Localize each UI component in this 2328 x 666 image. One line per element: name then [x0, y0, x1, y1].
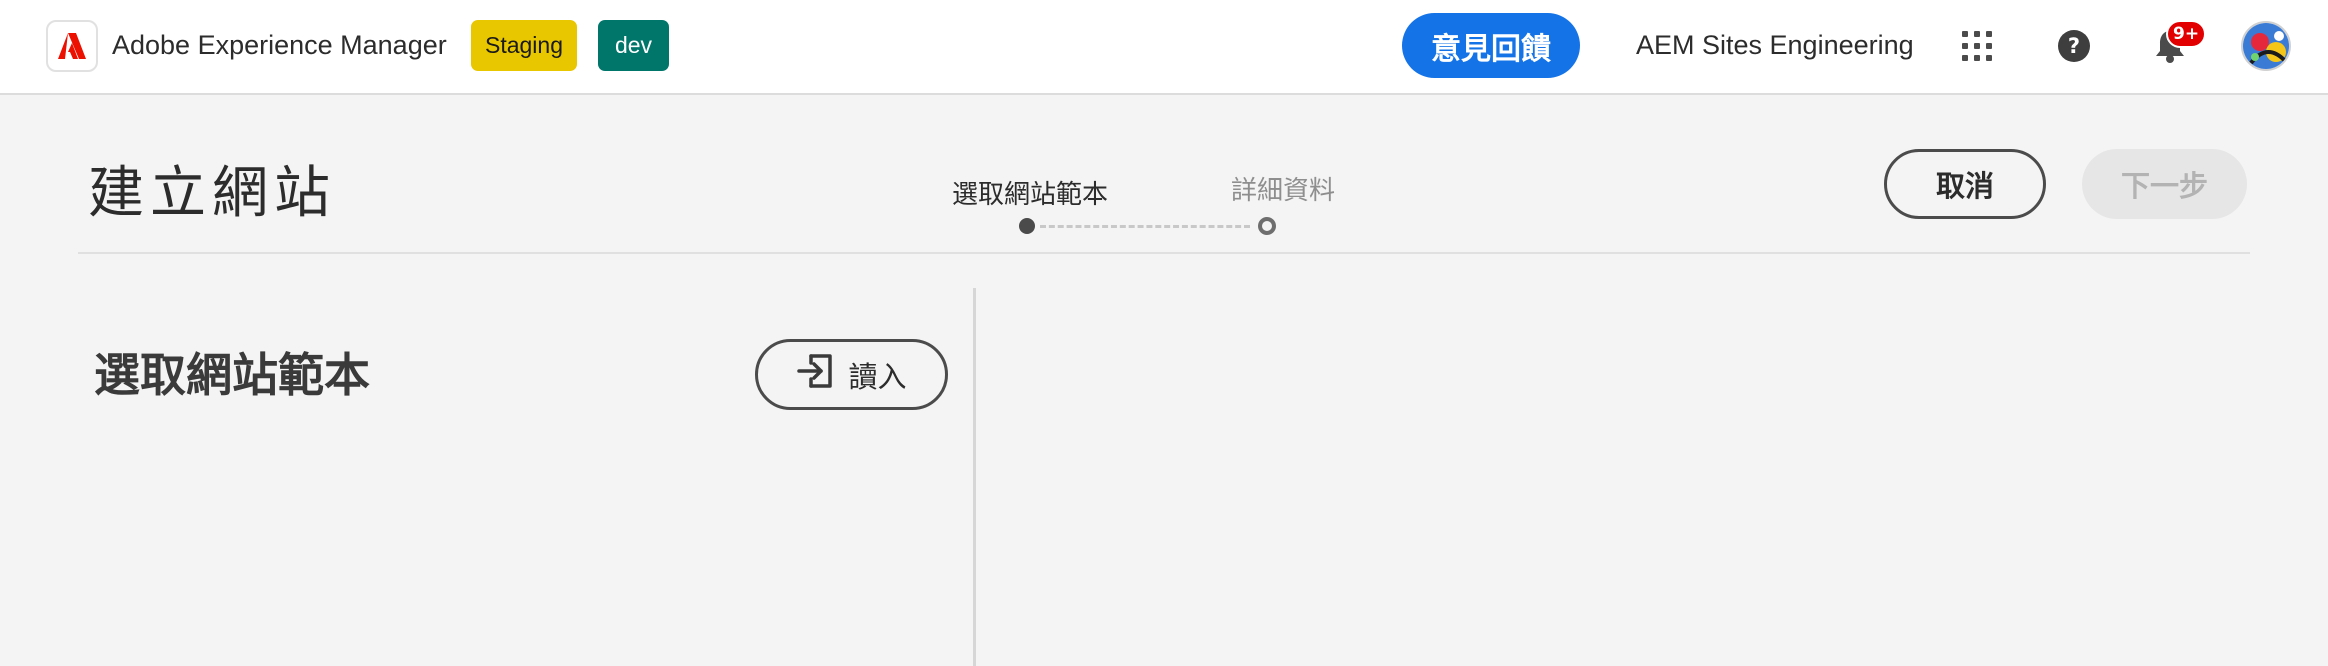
env-badge-dev: dev [598, 20, 669, 71]
notification-count-badge: 9+ [2166, 20, 2207, 48]
apps-grid-icon[interactable] [1954, 23, 2000, 69]
panel-title: 選取網站範本 [94, 348, 370, 402]
step-indicator-pending [1258, 217, 1276, 235]
import-icon [796, 352, 834, 398]
import-button[interactable]: 讀入 [755, 339, 948, 410]
step-indicator-active [1019, 218, 1035, 234]
page-title: 建立網站 [88, 161, 336, 226]
next-button[interactable]: 下一步 [2082, 149, 2247, 219]
import-button-label: 讀入 [848, 361, 907, 394]
svg-text:?: ? [2068, 34, 2080, 58]
feedback-button[interactable]: 意見回饋 [1402, 13, 1580, 78]
avatar[interactable] [2241, 21, 2291, 71]
wizard-step-details: 詳細資料 [1231, 176, 1336, 206]
wizard-divider [78, 252, 2250, 254]
top-header: Adobe Experience Manager Staging dev 意見回… [0, 0, 2328, 95]
env-badge-staging: Staging [471, 20, 577, 71]
app-title[interactable]: Adobe Experience Manager [112, 30, 447, 61]
wizard-step-template: 選取網站範本 [952, 180, 1109, 210]
org-switcher[interactable]: AEM Sites Engineering [1636, 30, 1914, 61]
step-connector [1040, 225, 1250, 228]
cancel-button[interactable]: 取消 [1884, 149, 2046, 219]
adobe-logo-icon[interactable] [46, 20, 98, 72]
panel-divider [973, 288, 976, 666]
help-icon[interactable]: ? [2051, 23, 2097, 69]
